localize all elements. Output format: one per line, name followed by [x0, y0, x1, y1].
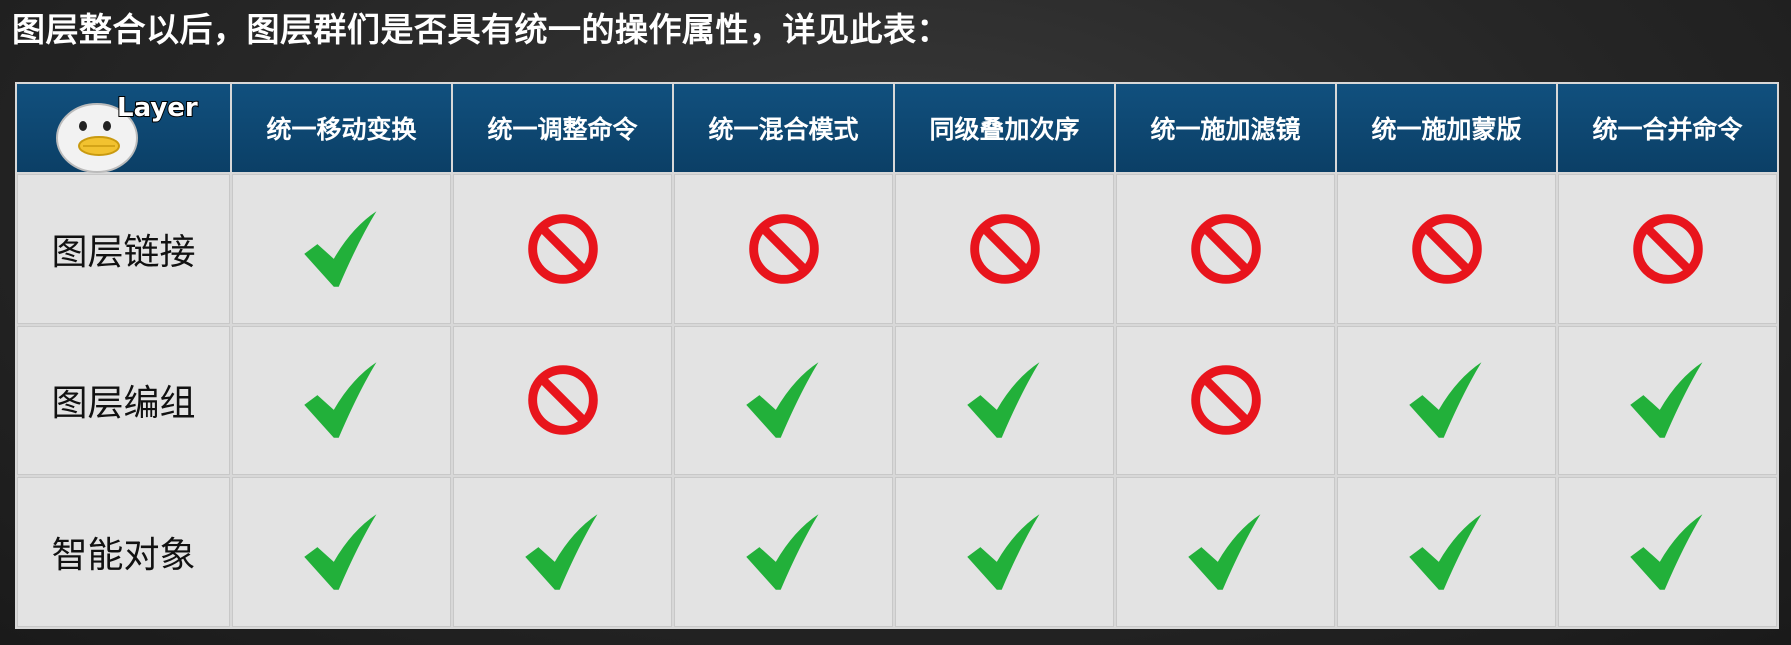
column-header: 统一合并命令 [1558, 84, 1777, 172]
prohibited-icon [748, 214, 819, 284]
column-header: 统一施加滤镜 [1116, 84, 1335, 172]
status-cell [453, 174, 672, 324]
comparison-table-wrap: Layer 统一移动变换 统一调整命令 统一混合模式 同级叠加次序 统一施加滤镜… [15, 82, 1779, 629]
row-label: 图层链接 [17, 174, 230, 324]
logo-header-cell: Layer [17, 84, 230, 173]
check-icon [1187, 514, 1260, 590]
prohibited-icon [969, 214, 1040, 284]
page-heading: 图层整合以后，图层群们是否具有统一的操作属性，详见此表： [12, 10, 950, 49]
mascot-logo-icon: Layer [56, 92, 199, 173]
table-row: 智能对象 [17, 477, 1777, 627]
check-icon [1408, 362, 1481, 439]
status-cell [895, 174, 1114, 324]
table-body: 图层链接 图层编组 智能对象 [17, 174, 1777, 627]
column-header: 统一调整命令 [453, 84, 672, 172]
logo-text: Layer [117, 93, 198, 123]
status-cell [1116, 477, 1335, 627]
prohibited-icon [1411, 214, 1482, 284]
column-header: 同级叠加次序 [895, 84, 1114, 172]
table-row: 图层链接 [17, 174, 1777, 324]
check-icon [966, 514, 1039, 590]
status-cell [1116, 325, 1335, 476]
comparison-table: Layer 统一移动变换 统一调整命令 统一混合模式 同级叠加次序 统一施加滤镜… [15, 82, 1779, 629]
check-icon [303, 211, 376, 287]
status-cell [1337, 174, 1556, 324]
check-icon [524, 514, 597, 590]
status-cell [895, 477, 1114, 627]
status-cell [232, 477, 451, 627]
status-cell [1337, 477, 1556, 627]
column-header: 统一移动变换 [232, 84, 451, 172]
status-cell [674, 477, 893, 627]
status-cell [453, 325, 672, 476]
check-icon [1629, 362, 1702, 439]
status-cell [895, 325, 1114, 476]
status-cell [674, 325, 893, 476]
check-icon [745, 514, 818, 590]
status-cell [232, 174, 451, 324]
status-cell [1558, 477, 1777, 627]
status-cell [1558, 174, 1777, 324]
check-icon [303, 362, 376, 439]
prohibited-icon [527, 365, 598, 436]
column-header: 统一施加蒙版 [1337, 84, 1556, 172]
prohibited-icon [527, 214, 598, 284]
prohibited-icon [1190, 214, 1261, 284]
prohibited-icon [1632, 214, 1703, 284]
status-cell [232, 325, 451, 476]
prohibited-icon [1190, 365, 1261, 436]
status-cell [1558, 325, 1777, 476]
status-cell [453, 477, 672, 627]
row-label: 图层编组 [17, 325, 230, 476]
check-icon [745, 362, 818, 439]
row-label: 智能对象 [17, 477, 230, 627]
status-cell [674, 174, 893, 324]
status-cell [1337, 325, 1556, 476]
check-icon [1408, 514, 1481, 590]
header-row: Layer 统一移动变换 统一调整命令 统一混合模式 同级叠加次序 统一施加滤镜… [17, 84, 1777, 173]
check-icon [1629, 514, 1702, 590]
table-row: 图层编组 [17, 325, 1777, 476]
status-cell [1116, 174, 1335, 324]
check-icon [966, 362, 1039, 439]
check-icon [303, 514, 376, 590]
column-header: 统一混合模式 [674, 84, 893, 172]
